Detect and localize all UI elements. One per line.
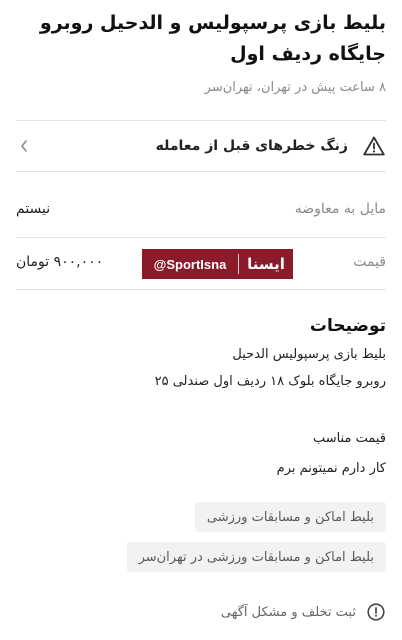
price-label: قیمت bbox=[353, 254, 386, 270]
price-value: ۹۰۰,۰۰۰ تومان bbox=[16, 254, 104, 270]
ad-posted-info: ۸ ساعت پیش در تهران، تهران‌سر bbox=[204, 80, 386, 95]
description-line: قیمت مناسب bbox=[312, 431, 386, 446]
isna-watermark: @SportIsna ایسنا bbox=[142, 249, 293, 279]
divider bbox=[16, 120, 386, 121]
safety-warnings-link[interactable]: زنگ خطرهای قبل از معامله bbox=[16, 122, 386, 170]
warning-triangle-icon bbox=[362, 134, 386, 158]
alert-circle-icon bbox=[366, 602, 386, 622]
chevron-left-icon bbox=[16, 138, 32, 154]
negotiation-value: نیستم bbox=[16, 201, 51, 217]
divider bbox=[16, 289, 386, 290]
category-tag[interactable]: بلیط اماکن و مسابقات ورزشی bbox=[194, 502, 386, 532]
divider bbox=[16, 171, 386, 172]
report-ad-link[interactable]: ثبت تخلف و مشکل آگهی bbox=[221, 602, 386, 622]
description-line: روبرو جایگاه بلوک ۱۸ ردیف اول صندلی ۲۵ bbox=[154, 374, 386, 389]
description-line: کار دارم نمیتونم برم bbox=[276, 461, 386, 476]
safety-warnings-label: زنگ خطرهای قبل از معامله bbox=[155, 138, 348, 154]
watermark-brand: ایسنا bbox=[247, 255, 285, 273]
ad-detail-page: بلیط بازی پرسپولیس و الدحیل روبرو جایگاه… bbox=[0, 0, 402, 640]
report-ad-label: ثبت تخلف و مشکل آگهی bbox=[220, 604, 356, 620]
description-line: بلیط بازی پرسپولیس الدحیل bbox=[232, 347, 386, 362]
watermark-handle: @SportIsna bbox=[153, 256, 227, 272]
description-heading: توضیحات bbox=[309, 316, 386, 336]
ad-title: بلیط بازی پرسپولیس و الدحیل روبرو جایگاه… bbox=[39, 12, 386, 65]
negotiation-label: مایل به معاوضه bbox=[294, 201, 386, 217]
category-location-tag[interactable]: بلیط اماکن و مسابقات ورزشی در تهران‌سر bbox=[126, 542, 386, 572]
negotiation-row: مایل به معاوضه نیستم bbox=[16, 201, 386, 217]
divider bbox=[16, 237, 386, 238]
